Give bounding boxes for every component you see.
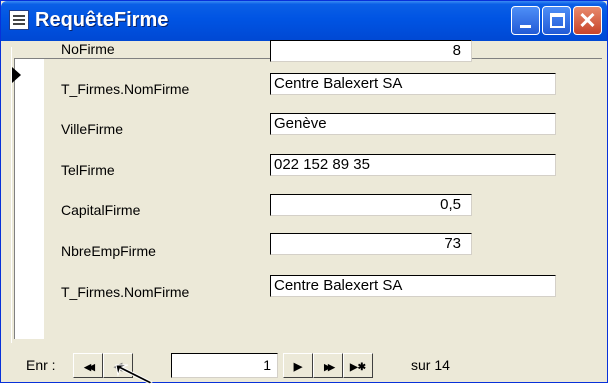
- close-button[interactable]: ✕: [573, 6, 602, 35]
- current-record-field[interactable]: 1: [171, 353, 278, 378]
- record-navigation-bar: Enr : ◀◀ ◀ 1 ▶ ▶▶ ▶✱ sur 14: [6, 349, 604, 382]
- record-label: Enr :: [26, 357, 56, 373]
- field-input[interactable]: 73: [270, 233, 472, 255]
- minimize-icon: [520, 25, 531, 28]
- window-title: RequêteFirme: [35, 9, 169, 31]
- record-selector[interactable]: [12, 58, 44, 339]
- new-record-icon: ▶✱: [349, 362, 367, 373]
- first-record-icon: ◀◀: [84, 362, 95, 372]
- field-input[interactable]: 8: [270, 40, 472, 62]
- field-label: NbreEmpFirme: [61, 243, 156, 259]
- last-record-button[interactable]: ▶▶: [313, 353, 343, 378]
- maximize-icon: [550, 13, 565, 28]
- mouse-pointer-icon: [115, 364, 153, 384]
- record-total: sur 14: [411, 357, 450, 373]
- field-label: T_Firmes.NomFirme: [61, 81, 190, 97]
- field-input[interactable]: 022 152 89 35: [270, 154, 556, 176]
- form-body: NoFirme 8 T_Firmes.NomFirme Centre Balexert…: [6, 40, 604, 344]
- maximize-button[interactable]: [542, 6, 571, 35]
- form-divider: [11, 47, 12, 343]
- first-record-button[interactable]: ◀◀: [73, 353, 103, 378]
- next-record-icon: ▶: [293, 361, 303, 373]
- new-record-button[interactable]: ▶✱: [343, 353, 373, 378]
- field-label: CapitalFirme: [61, 202, 141, 218]
- field-label: NoFirme: [61, 41, 115, 57]
- field-label: T_Firmes.NomFirme: [61, 284, 190, 300]
- next-record-button[interactable]: ▶: [283, 353, 313, 378]
- field-label: VilleFirme: [61, 121, 123, 137]
- minimize-button[interactable]: [511, 6, 540, 35]
- field-input[interactable]: Genève: [270, 113, 556, 135]
- close-icon: ✕: [578, 8, 597, 33]
- field-label: TelFirme: [61, 162, 115, 178]
- form-icon: [9, 10, 29, 30]
- title-bar[interactable]: RequêteFirme ✕: [1, 1, 607, 41]
- field-input[interactable]: 0,5: [270, 194, 472, 216]
- field-input[interactable]: Centre Balexert SA: [270, 275, 556, 297]
- form-window: RequêteFirme ✕ NoFirme 8 T_Firmes.NomFirme…: [0, 0, 608, 384]
- last-record-icon: ▶▶: [324, 362, 335, 372]
- current-record-arrow-icon: [12, 67, 21, 83]
- field-input[interactable]: Centre Balexert SA: [270, 73, 556, 95]
